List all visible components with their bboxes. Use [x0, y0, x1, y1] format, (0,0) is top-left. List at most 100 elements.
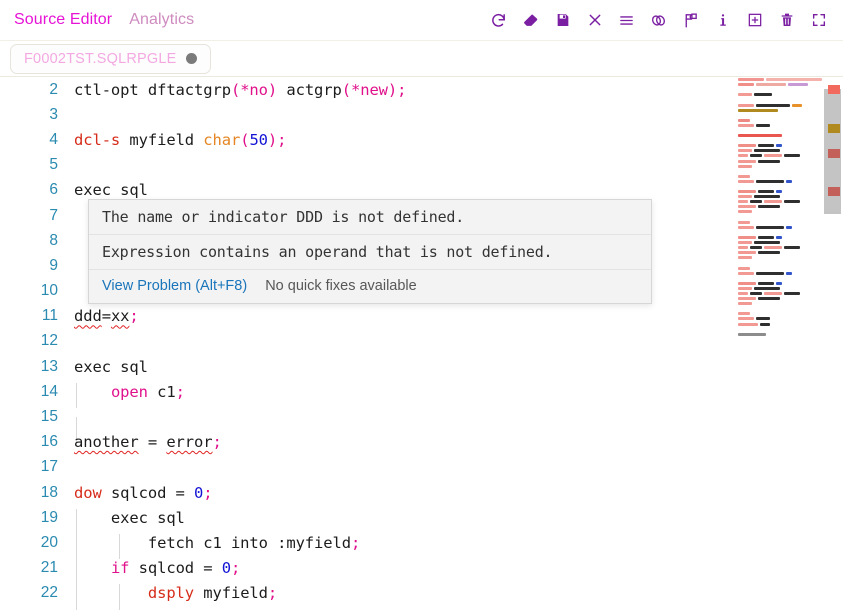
code-line[interactable]: 22 dsply myfield;: [0, 581, 843, 606]
code-line[interactable]: 12: [0, 329, 843, 354]
line-content[interactable]: exec sql: [74, 509, 843, 527]
code-token: xx: [111, 307, 129, 325]
code-line[interactable]: 20 fetch c1 into :myfield;: [0, 530, 843, 555]
overview-error-marker[interactable]: [828, 187, 840, 196]
minimap-segment: [750, 154, 762, 157]
eraser-icon[interactable]: [520, 10, 541, 31]
code-token: dftactgrp: [148, 81, 231, 99]
code-line[interactable]: 3: [0, 102, 843, 127]
overview-error-marker[interactable]: [828, 149, 840, 158]
minimap-segment: [738, 83, 754, 86]
code-token: ;: [397, 81, 406, 99]
minimap-segment: [738, 333, 766, 336]
line-number: 8: [0, 232, 74, 250]
code-token: myfield: [129, 131, 203, 149]
minimap-segment: [784, 154, 800, 157]
fullscreen-icon[interactable]: [808, 10, 829, 31]
add-box-icon[interactable]: [744, 10, 765, 31]
minimap-segment: [738, 251, 756, 254]
line-content[interactable]: if sqlcod = 0;: [74, 559, 843, 577]
line-content[interactable]: exec sql: [74, 181, 843, 199]
minimap-segment: [738, 256, 752, 259]
code-token: ctl-opt: [74, 81, 148, 99]
flag-icon[interactable]: [680, 10, 701, 31]
code-line[interactable]: 13exec sql: [0, 354, 843, 379]
code-token: 0: [194, 484, 203, 502]
line-number: 20: [0, 534, 74, 552]
minimap-segment: [756, 124, 770, 127]
file-tab[interactable]: F0002TST.SQLRPGLE: [10, 44, 211, 74]
code-line[interactable]: 21 if sqlcod = 0;: [0, 556, 843, 581]
minimap-segment: [786, 272, 792, 275]
code-lines[interactable]: 2ctl-opt dftactgrp(*no) actgrp(*new);34d…: [0, 77, 843, 613]
editor-scrollbar[interactable]: [822, 77, 843, 613]
minimap-segment: [738, 292, 748, 295]
minimap-segment: [738, 109, 778, 112]
line-content[interactable]: exec sql: [74, 358, 843, 376]
line-content[interactable]: another = error;: [74, 433, 843, 451]
minimap-segment: [754, 195, 780, 198]
minimap-segment: [738, 154, 748, 157]
minimap[interactable]: [735, 77, 822, 613]
line-content[interactable]: dcl-s myfield char(50);: [74, 131, 843, 149]
line-content[interactable]: open c1;: [74, 383, 843, 401]
minimap-segment: [738, 119, 750, 122]
code-editor[interactable]: 2ctl-opt dftactgrp(*no) actgrp(*new);34d…: [0, 77, 843, 613]
minimap-segment: [738, 180, 754, 183]
line-content[interactable]: ddd=xx;: [74, 307, 843, 325]
minimap-segment: [738, 272, 754, 275]
minimap-segment: [750, 246, 762, 249]
code-line[interactable]: 2ctl-opt dftactgrp(*no) actgrp(*new);: [0, 77, 843, 102]
tab-analytics[interactable]: Analytics: [129, 11, 194, 29]
line-number: 4: [0, 131, 74, 149]
minimap-segment: [738, 195, 752, 198]
minimap-segment: [776, 190, 782, 193]
tab-source-editor[interactable]: Source Editor: [14, 11, 112, 29]
info-icon[interactable]: [712, 10, 733, 31]
code-line[interactable]: 16another = error;: [0, 430, 843, 455]
link-icon[interactable]: [648, 10, 669, 31]
code-line[interactable]: 18dow sqlcod = 0;: [0, 480, 843, 505]
line-content[interactable]: dow sqlcod = 0;: [74, 484, 843, 502]
code-token: dsply: [148, 584, 194, 602]
minimap-segment: [756, 317, 770, 320]
quick-fix-note: No quick fixes available: [265, 278, 417, 294]
minimap-segment: [738, 221, 750, 224]
save-icon[interactable]: [552, 10, 573, 31]
minimap-segment: [738, 149, 752, 152]
code-line[interactable]: 15: [0, 404, 843, 429]
code-line[interactable]: 4dcl-s myfield char(50);: [0, 127, 843, 152]
line-content[interactable]: fetch c1 into :myfield;: [74, 534, 843, 552]
minimap-segment: [738, 190, 756, 193]
refresh-icon[interactable]: [488, 10, 509, 31]
code-line[interactable]: 5: [0, 153, 843, 178]
line-content[interactable]: dsply myfield;: [74, 584, 843, 602]
minimap-segment: [784, 200, 800, 203]
code-line[interactable]: 17: [0, 455, 843, 480]
line-content[interactable]: ctl-opt dftactgrp(*no) actgrp(*new);: [74, 81, 843, 99]
code-line[interactable]: 11ddd=xx;: [0, 304, 843, 329]
minimap-line: [735, 332, 822, 337]
minimap-segment: [756, 272, 784, 275]
minimap-segment: [756, 104, 790, 107]
diagnostic-hover-widget[interactable]: The name or indicator DDD is not defined…: [88, 199, 652, 304]
minimap-segment: [750, 292, 762, 295]
indent-guide: [76, 584, 77, 609]
view-problem-link[interactable]: View Problem (Alt+F8): [102, 278, 247, 294]
close-icon[interactable]: [584, 10, 605, 31]
minimap-segment: [786, 180, 792, 183]
unsaved-indicator-icon[interactable]: [186, 53, 197, 64]
line-number: 13: [0, 358, 74, 376]
minimap-segment: [738, 297, 756, 300]
code-token: fetch c1 into :myfield: [74, 534, 351, 552]
list-icon[interactable]: [616, 10, 637, 31]
code-line[interactable]: 19 exec sql: [0, 505, 843, 530]
trash-icon[interactable]: [776, 10, 797, 31]
overview-error-marker[interactable]: [828, 124, 840, 133]
overview-error-marker[interactable]: [828, 85, 840, 94]
code-line[interactable]: 14 open c1;: [0, 379, 843, 404]
code-token: dcl-s: [74, 131, 129, 149]
line-number: 15: [0, 408, 74, 426]
minimap-segment: [738, 104, 754, 107]
minimap-segment: [738, 134, 782, 137]
